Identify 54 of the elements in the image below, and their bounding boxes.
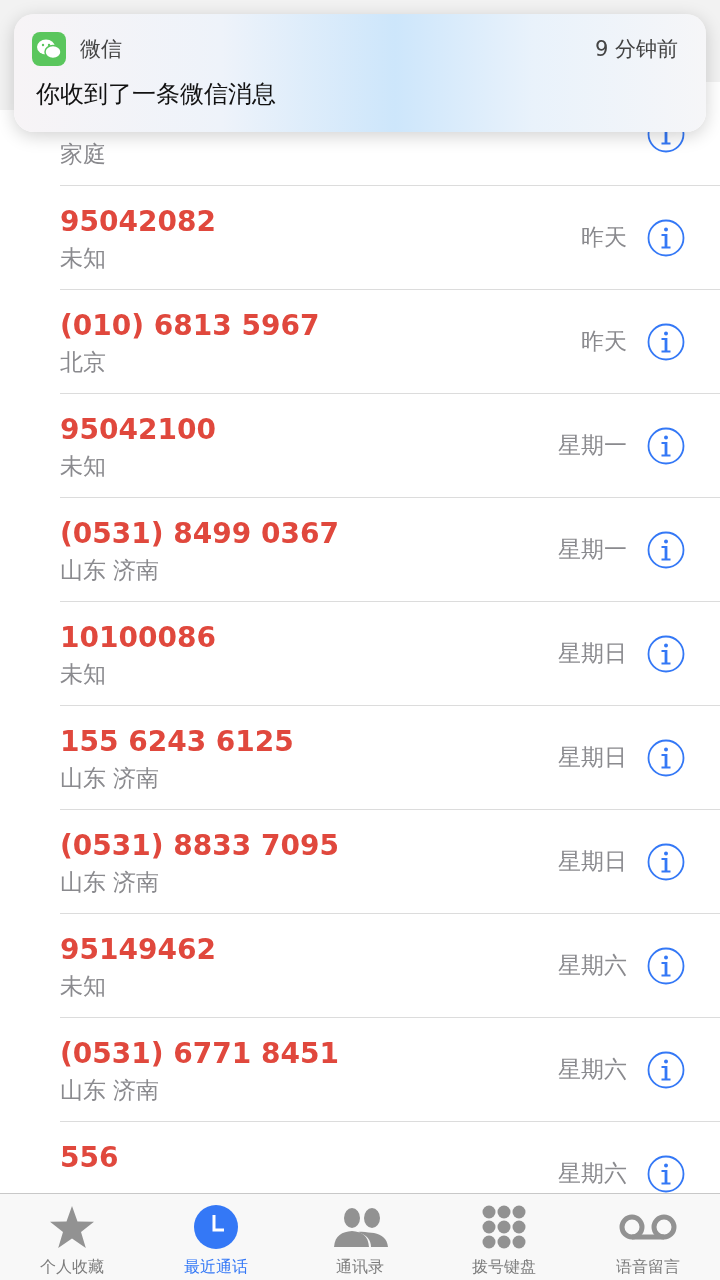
tab-button[interactable]: 个人收藏 [0, 1194, 144, 1280]
info-icon[interactable] [647, 218, 685, 257]
call-label: 家庭 [60, 140, 106, 169]
info-icon[interactable] [647, 738, 685, 777]
phone-number[interactable]: 556 [60, 1140, 119, 1176]
info-icon[interactable] [647, 842, 685, 881]
phone-number[interactable]: 95149462 [60, 932, 216, 968]
call-label: 北京 [60, 348, 106, 377]
clock-icon [194, 1205, 238, 1249]
call-date: 星期一 [558, 534, 627, 564]
call-date: 昨天 [581, 222, 627, 252]
call-date: 星期日 [558, 638, 627, 668]
tab-button[interactable]: 最近通话 [144, 1194, 288, 1280]
info-icon[interactable] [647, 426, 685, 465]
phone-number[interactable]: 95042100 [60, 412, 216, 448]
phone-number[interactable]: 155 6243 6125 [60, 724, 294, 760]
call-label: 未知 [60, 972, 106, 1001]
call-label: 未知 [60, 244, 106, 273]
info-icon[interactable] [647, 634, 685, 673]
phone-number[interactable]: 10100086 [60, 620, 216, 656]
call-date: 星期一 [558, 430, 627, 460]
info-icon[interactable] [647, 530, 685, 569]
info-icon[interactable] [647, 322, 685, 361]
call-label: 山东 济南 [60, 764, 160, 793]
app-name: 微信 [80, 36, 122, 63]
phone-number[interactable]: (0531) 8833 7095 [60, 828, 339, 864]
info-icon[interactable] [647, 946, 685, 985]
call-date: 星期日 [558, 846, 627, 876]
tab-button[interactable]: 语音留言 [576, 1194, 720, 1280]
notification-message: 你收到了一条微信消息 [36, 79, 277, 110]
call-label: 山东 济南 [60, 556, 160, 585]
phone-number[interactable]: (010) 6813 5967 [60, 308, 320, 344]
keypad-icon [482, 1205, 526, 1249]
tab-button[interactable]: 通讯录 [288, 1194, 432, 1280]
star-icon [48, 1204, 96, 1250]
call-label: 山东 济南 [60, 868, 160, 897]
call-label: 山东 济南 [60, 1076, 160, 1105]
notification-banner[interactable]: 微信 9 分钟前 你收到了一条微信消息 [14, 14, 706, 132]
tab-button[interactable]: 拨号键盘 [432, 1194, 576, 1280]
notification-time: 9 分钟前 [594, 36, 678, 63]
call-date: 星期六 [558, 950, 627, 980]
app-icon [32, 32, 66, 66]
call-label: 未知 [60, 452, 106, 481]
info-icon[interactable] [647, 1154, 685, 1193]
phone-number[interactable]: (0531) 8499 0367 [60, 516, 339, 552]
call-date: 昨天 [581, 326, 627, 356]
call-date: 星期日 [558, 742, 627, 772]
phone-number[interactable]: (0531) 6771 8451 [60, 1036, 339, 1072]
call-label: 未知 [60, 660, 106, 689]
voicemail-icon [618, 1213, 678, 1241]
info-icon[interactable] [647, 1050, 685, 1089]
call-date: 星期六 [558, 1158, 627, 1188]
call-date: 星期六 [558, 1054, 627, 1084]
phone-number[interactable]: 95042082 [60, 204, 216, 240]
